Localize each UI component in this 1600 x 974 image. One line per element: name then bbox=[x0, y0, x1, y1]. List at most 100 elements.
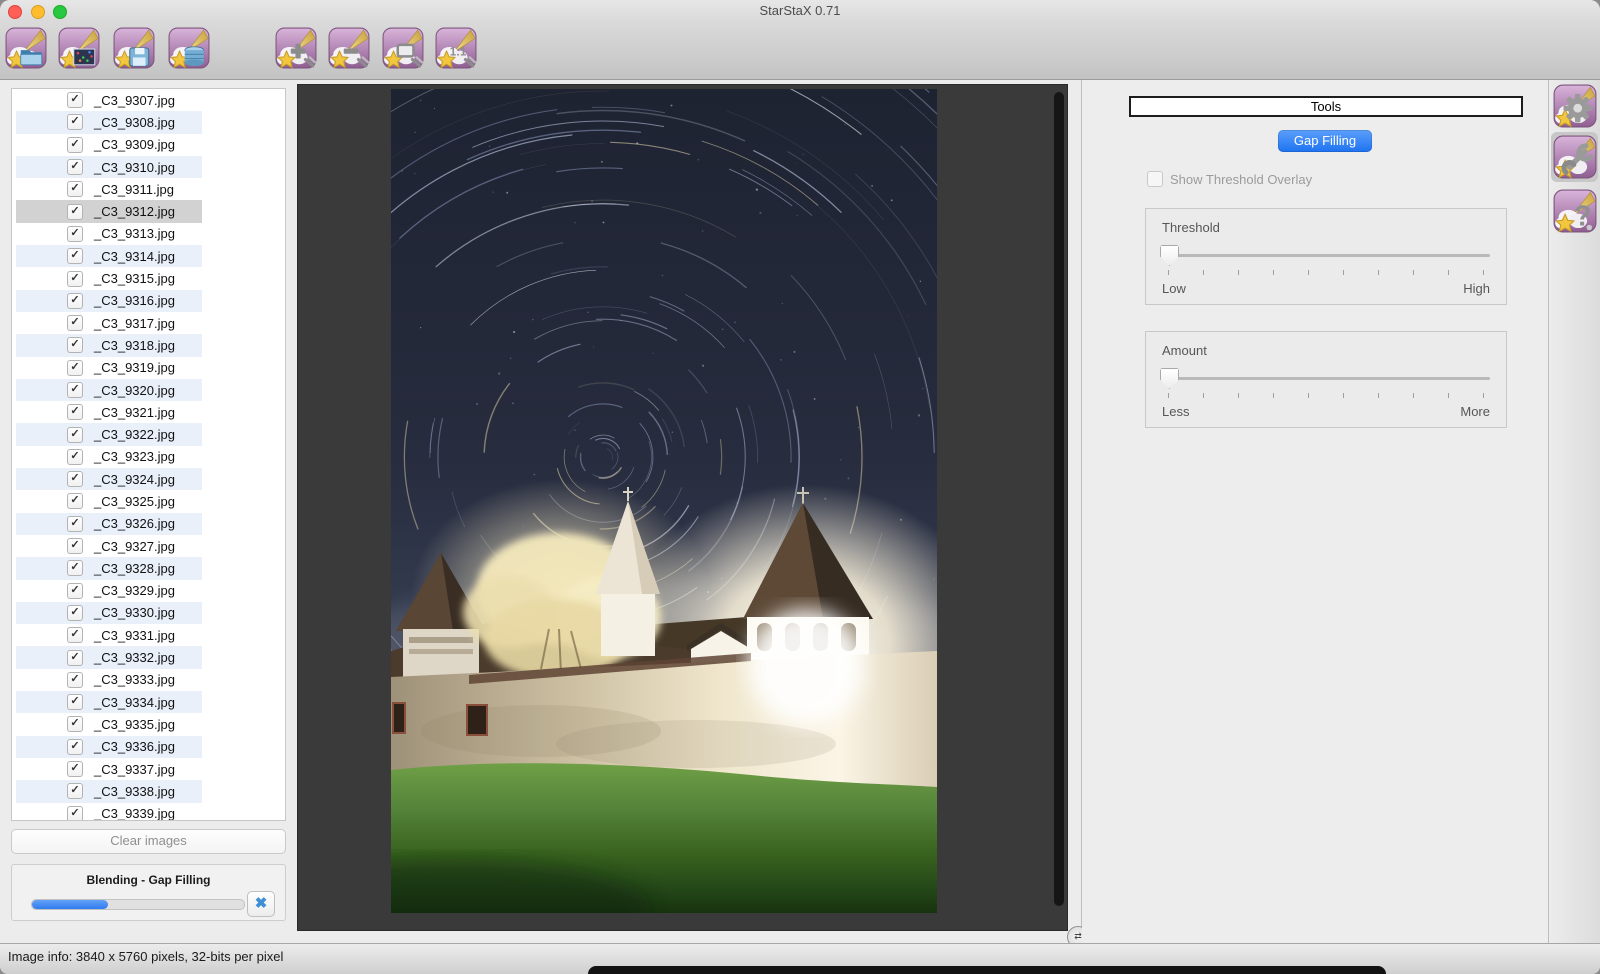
file-checkbox[interactable]: ✓ bbox=[67, 204, 83, 220]
list-item[interactable]: ✓_C3_9317.jpg bbox=[12, 312, 285, 334]
list-item[interactable]: ✓_C3_9315.jpg bbox=[12, 267, 285, 289]
file-checkbox[interactable]: ✓ bbox=[67, 516, 83, 532]
preview-vertical-scrollbar[interactable] bbox=[1054, 92, 1064, 906]
list-item[interactable]: ✓ _C3_9312.jpg bbox=[12, 200, 285, 222]
blending-progress-bar bbox=[31, 899, 245, 910]
file-name: _C3_9321.jpg bbox=[94, 405, 175, 420]
file-checkbox[interactable]: ✓ bbox=[67, 627, 83, 643]
file-checkbox[interactable]: ✓ bbox=[67, 315, 83, 331]
file-checkbox[interactable]: ✓ bbox=[67, 271, 83, 287]
file-checkbox[interactable]: ✓ bbox=[67, 181, 83, 197]
zoom-actual-button[interactable]: 1:1 bbox=[435, 27, 477, 69]
list-item[interactable]: ✓_C3_9328.jpg bbox=[12, 557, 285, 579]
file-checkbox[interactable]: ✓ bbox=[67, 605, 83, 621]
file-name: _C3_9329.jpg bbox=[94, 583, 175, 598]
help-button[interactable]: ? bbox=[1551, 186, 1598, 236]
amount-slider-thumb[interactable] bbox=[1160, 368, 1179, 389]
list-item[interactable]: ✓_C3_9314.jpg bbox=[12, 245, 285, 267]
file-checkbox[interactable]: ✓ bbox=[67, 382, 83, 398]
preview-image bbox=[391, 89, 937, 913]
list-item[interactable]: ✓ _C3_9329.jpg bbox=[12, 580, 285, 602]
file-checkbox[interactable]: ✓ bbox=[67, 806, 83, 821]
list-item[interactable]: ✓_C3_9309.jpg bbox=[12, 134, 285, 156]
open-blended-button[interactable] bbox=[58, 27, 100, 69]
list-item[interactable]: ✓_C3_9330.jpg bbox=[12, 602, 285, 624]
clear-images-button[interactable]: Clear images bbox=[11, 829, 286, 854]
file-checkbox[interactable]: ✓ bbox=[67, 739, 83, 755]
list-item[interactable]: ✓_C3_9333.jpg bbox=[12, 669, 285, 691]
list-item[interactable]: ✓_C3_9316.jpg bbox=[12, 290, 285, 312]
file-checkbox[interactable]: ✓ bbox=[67, 159, 83, 175]
file-checkbox[interactable]: ✓ bbox=[67, 783, 83, 799]
zoom-in-button[interactable] bbox=[275, 27, 317, 69]
threshold-slider-thumb[interactable] bbox=[1160, 245, 1179, 266]
file-checkbox[interactable]: ✓ bbox=[67, 650, 83, 666]
file-checkbox[interactable]: ✓ bbox=[67, 449, 83, 465]
list-item[interactable]: ✓ _C3_9319.jpg bbox=[12, 357, 285, 379]
save-result-button[interactable] bbox=[113, 27, 155, 69]
list-item[interactable]: ✓_C3_9310.jpg bbox=[12, 156, 285, 178]
file-checkbox[interactable]: ✓ bbox=[67, 137, 83, 153]
file-checkbox[interactable]: ✓ bbox=[67, 293, 83, 309]
file-checkbox[interactable]: ✓ bbox=[67, 583, 83, 599]
preferences-button[interactable] bbox=[1551, 81, 1598, 131]
amount-slider-track[interactable] bbox=[1162, 377, 1490, 380]
tools-button[interactable] bbox=[1551, 132, 1598, 182]
list-item[interactable]: ✓_C3_9323.jpg bbox=[12, 446, 285, 468]
preview-canvas[interactable] bbox=[297, 84, 1068, 931]
file-name: _C3_9334.jpg bbox=[94, 695, 175, 710]
file-checkbox[interactable]: ✓ bbox=[67, 672, 83, 688]
list-item[interactable]: ✓_C3_9322.jpg bbox=[12, 423, 285, 445]
threshold-slider-track[interactable] bbox=[1162, 254, 1490, 257]
file-checkbox[interactable]: ✓ bbox=[67, 404, 83, 420]
list-item[interactable]: ✓_C3_9313.jpg bbox=[12, 223, 285, 245]
list-item[interactable]: ✓_C3_9338.jpg bbox=[12, 780, 285, 802]
gap-filling-button[interactable]: Gap Filling bbox=[1278, 130, 1372, 152]
file-checkbox[interactable]: ✓ bbox=[67, 226, 83, 242]
cancel-blending-button[interactable]: ✖ bbox=[247, 891, 275, 917]
file-name: _C3_9312.jpg bbox=[94, 204, 175, 219]
list-item[interactable]: ✓_C3_9332.jpg bbox=[12, 646, 285, 668]
file-checkbox[interactable]: ✓ bbox=[67, 560, 83, 576]
list-item[interactable]: ✓_C3_9307.jpg bbox=[12, 89, 285, 111]
list-item[interactable]: ✓ _C3_9321.jpg bbox=[12, 401, 285, 423]
list-item[interactable]: ✓_C3_9339.jpg bbox=[12, 803, 285, 822]
file-checkbox[interactable]: ✓ bbox=[67, 694, 83, 710]
file-name: _C3_9319.jpg bbox=[94, 360, 175, 375]
file-checkbox[interactable]: ✓ bbox=[67, 337, 83, 353]
list-item[interactable]: ✓_C3_9311.jpg bbox=[12, 178, 285, 200]
list-item[interactable]: ✓_C3_9337.jpg bbox=[12, 758, 285, 780]
list-item[interactable]: ✓_C3_9318.jpg bbox=[12, 334, 285, 356]
list-item[interactable]: ✓_C3_9320.jpg bbox=[12, 379, 285, 401]
zoom-out-button[interactable] bbox=[328, 27, 370, 69]
list-item[interactable]: ✓_C3_9325.jpg bbox=[12, 490, 285, 512]
list-item[interactable]: ✓_C3_9335.jpg bbox=[12, 713, 285, 735]
list-item[interactable]: ✓_C3_9327.jpg bbox=[12, 535, 285, 557]
list-item[interactable]: ✓_C3_9324.jpg bbox=[12, 468, 285, 490]
file-checkbox[interactable]: ✓ bbox=[67, 248, 83, 264]
file-list[interactable]: ✓_C3_9307.jpg✓_C3_9308.jpg✓_C3_9309.jpg✓… bbox=[11, 88, 286, 821]
list-item[interactable]: ✓_C3_9326.jpg bbox=[12, 513, 285, 535]
side-icon-strip: ? bbox=[1549, 80, 1600, 943]
file-checkbox[interactable]: ✓ bbox=[67, 471, 83, 487]
file-checkbox[interactable]: ✓ bbox=[67, 114, 83, 130]
file-checkbox[interactable]: ✓ bbox=[67, 538, 83, 554]
file-checkbox[interactable]: ✓ bbox=[67, 716, 83, 732]
open-images-button[interactable] bbox=[5, 27, 47, 69]
file-checkbox[interactable]: ✓ bbox=[67, 761, 83, 777]
zoom-fit-button[interactable] bbox=[382, 27, 424, 69]
file-name: _C3_9336.jpg bbox=[94, 739, 175, 754]
zoom-fit-icon bbox=[382, 27, 424, 69]
start-blending-button[interactable] bbox=[168, 27, 210, 69]
show-threshold-overlay-checkbox[interactable] bbox=[1147, 171, 1163, 187]
file-checkbox[interactable]: ✓ bbox=[67, 92, 83, 108]
list-item[interactable]: ✓ _C3_9334.jpg bbox=[12, 691, 285, 713]
list-item[interactable]: ✓ _C3_9336.jpg bbox=[12, 736, 285, 758]
list-item[interactable]: ✓_C3_9331.jpg bbox=[12, 624, 285, 646]
file-checkbox[interactable]: ✓ bbox=[67, 427, 83, 443]
tools-panel: Tools Gap Filling Show Threshold Overlay… bbox=[1082, 80, 1548, 943]
file-checkbox[interactable]: ✓ bbox=[67, 360, 83, 376]
title-bar[interactable]: StarStaX 0.71 bbox=[0, 0, 1600, 22]
list-item[interactable]: ✓_C3_9308.jpg bbox=[12, 111, 285, 133]
file-checkbox[interactable]: ✓ bbox=[67, 493, 83, 509]
